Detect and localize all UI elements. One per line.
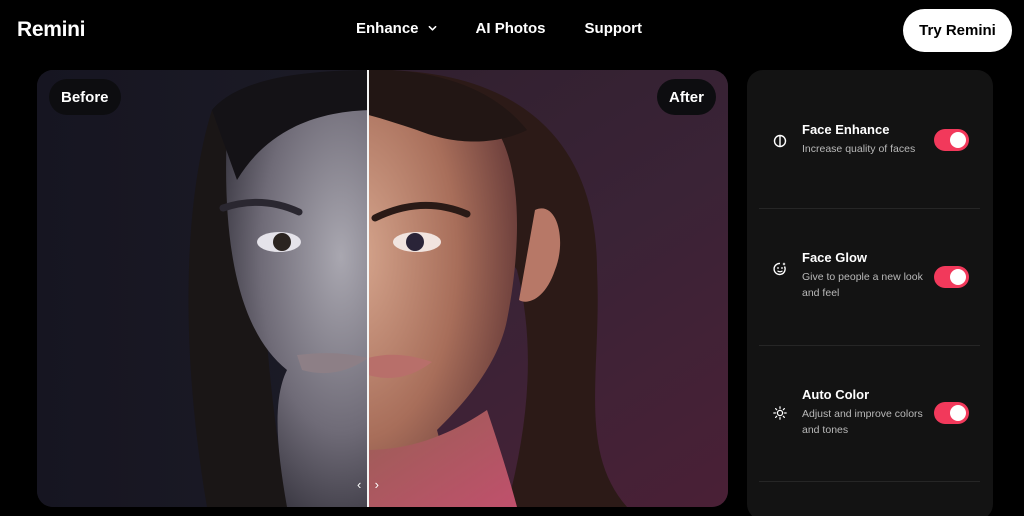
feature-description: Increase quality of faces [802, 143, 916, 155]
divider [759, 345, 980, 346]
nav-item-enhance[interactable]: Enhance [356, 20, 437, 37]
feature-description: Adjust and improve colors and tones [802, 408, 923, 436]
before-label: Before [49, 79, 121, 115]
divider [759, 208, 980, 209]
chevron-down-icon [428, 25, 436, 31]
feature-description: Give to people a new look and feel [802, 271, 923, 299]
before-after-viewer[interactable]: Before After ‹ › [37, 70, 728, 507]
divider [759, 481, 980, 482]
after-label: After [656, 79, 716, 115]
compare-divider[interactable] [367, 70, 369, 507]
try-remini-button[interactable]: Try Remini [903, 9, 1012, 52]
portrait-photo [37, 70, 728, 507]
nav-item-label: Enhance [356, 20, 419, 37]
enhance-options-panel: Face Enhance Increase quality of faces F… [747, 70, 993, 516]
top-navbar: Remini Enhance AI Photos Support Try Rem… [0, 0, 1024, 62]
chevron-right-icon: › [374, 476, 379, 492]
brand-logo[interactable]: Remini [17, 18, 86, 42]
feature-title: Face Enhance [802, 122, 890, 137]
feature-title: Auto Color [802, 387, 870, 402]
face-glow-icon [773, 262, 786, 276]
chevron-left-icon: ‹ [357, 476, 362, 492]
feature-title: Face Glow [802, 250, 868, 265]
nav-item-ai-photos[interactable]: AI Photos [476, 20, 546, 37]
face-glow-toggle[interactable] [934, 266, 969, 288]
face-enhance-icon [773, 134, 787, 148]
sun-icon [773, 406, 787, 420]
nav-item-support[interactable]: Support [585, 20, 643, 37]
face-enhance-toggle[interactable] [934, 129, 969, 151]
compare-slider-handle[interactable]: ‹ › [355, 475, 381, 493]
main-nav: Enhance AI Photos Support [356, 20, 642, 37]
auto-color-toggle[interactable] [934, 402, 969, 424]
